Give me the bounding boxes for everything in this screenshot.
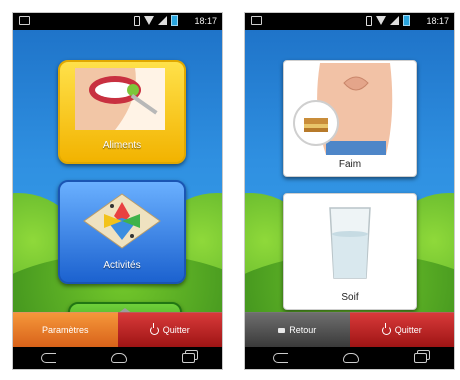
faim-tile[interactable]: Faim [283, 60, 417, 177]
recent-apps-icon[interactable] [181, 353, 195, 363]
notification-icon [19, 16, 30, 25]
power-icon [381, 322, 391, 335]
activites-label: Activités [103, 260, 141, 271]
android-nav-bar [245, 347, 454, 369]
wifi-icon [144, 16, 154, 25]
soif-tile[interactable]: Soif [283, 193, 417, 310]
status-time: 18:17 [426, 16, 449, 26]
signal-icon [390, 16, 399, 25]
home-icon[interactable] [110, 353, 127, 363]
battery-icon [403, 15, 410, 26]
status-icons [366, 15, 410, 26]
parametres-button[interactable]: Paramètres [13, 312, 118, 347]
faim-label: Faim [338, 159, 362, 170]
home-icon[interactable] [342, 353, 359, 363]
vibrate-icon [366, 15, 372, 26]
quitter-button[interactable]: Quitter [117, 312, 222, 347]
hungry-belly-image [286, 63, 414, 155]
back-arrow-icon[interactable] [40, 353, 56, 363]
back-arrow-icon[interactable] [272, 353, 288, 363]
aliments-tile[interactable]: Aliments [58, 60, 186, 164]
status-icons [134, 15, 178, 26]
parametres-label: Paramètres [41, 325, 89, 335]
battery-icon [171, 15, 178, 26]
phone-right: 18:17 Faim Soif Retour Quitter [244, 12, 455, 370]
quitter-label: Quitter [394, 325, 422, 335]
soif-label: Soif [341, 292, 359, 303]
recent-apps-icon[interactable] [413, 353, 427, 363]
status-bar: 18:17 [245, 13, 454, 30]
home-screen: Aliments Activités [13, 30, 222, 323]
retour-label: Retour [289, 325, 317, 335]
needs-screen: Faim Soif [245, 30, 454, 323]
retour-button[interactable]: Retour [245, 312, 350, 347]
vibrate-icon [134, 15, 140, 26]
quitter-button[interactable]: Quitter [349, 312, 454, 347]
quitter-label: Quitter [162, 325, 190, 335]
board-game-image [83, 193, 161, 249]
status-time: 18:17 [194, 16, 217, 26]
power-icon [149, 322, 159, 335]
status-bar: 18:17 [13, 13, 222, 30]
aliments-label: Aliments [102, 140, 142, 151]
notification-icon [251, 16, 262, 25]
wifi-icon [376, 16, 386, 25]
signal-icon [158, 16, 167, 25]
bottom-action-bar: Retour Quitter [245, 312, 454, 347]
back-icon [278, 327, 286, 333]
water-glass-image [329, 207, 371, 279]
bottom-action-bar: Paramètres Quitter [13, 312, 222, 347]
phone-left: 18:17 Aliments Activités Paramètres Quit… [12, 12, 223, 370]
android-nav-bar [13, 347, 222, 369]
activites-tile[interactable]: Activités [58, 180, 186, 284]
mouth-eating-image [75, 68, 165, 130]
